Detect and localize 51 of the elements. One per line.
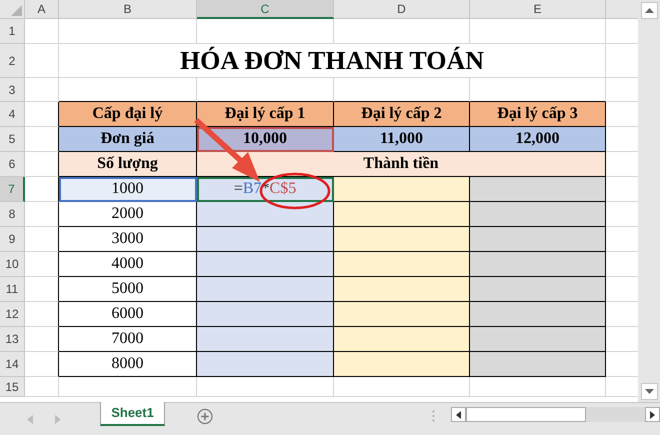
row-header[interactable]: 6: [0, 152, 25, 177]
table-header-cell: Đại lý cấp 1: [197, 102, 334, 127]
drag-handle-icon[interactable]: [432, 410, 435, 422]
column-header[interactable]: A: [25, 0, 59, 19]
table-header-cell: Đại lý cấp 2: [334, 102, 470, 127]
row-header[interactable]: 9: [0, 227, 25, 252]
column-header[interactable]: C: [197, 0, 334, 19]
table-cell: 1000: [59, 177, 197, 202]
table-cell: 6000: [59, 302, 197, 327]
table-header-cell: Số lượng: [59, 152, 197, 177]
table-cell: 7000: [59, 327, 197, 352]
table-cell: 8000: [59, 352, 197, 377]
add-sheet-icon[interactable]: [196, 408, 213, 425]
table-header-cell: Thành tiền: [197, 152, 606, 177]
row-header[interactable]: 13: [0, 327, 25, 352]
select-all-corner[interactable]: [0, 0, 25, 19]
column-header[interactable]: E: [470, 0, 606, 19]
row-header[interactable]: 5: [0, 127, 25, 152]
table-cell: 11,000: [334, 127, 470, 152]
row-header[interactable]: 7: [0, 177, 25, 202]
table-header-cell: Đại lý cấp 3: [470, 102, 606, 127]
row-header[interactable]: 12: [0, 302, 25, 327]
scroll-right-icon[interactable]: [650, 410, 655, 418]
triangle-icon: [11, 5, 22, 16]
row-header[interactable]: 10: [0, 252, 25, 277]
scroll-up-icon[interactable]: [640, 2, 658, 19]
table-cell: 4000: [59, 252, 197, 277]
table-cell: 3000: [59, 227, 197, 252]
table-cell: 2000: [59, 202, 197, 227]
row-header[interactable]: 11: [0, 277, 25, 302]
row-header[interactable]: 14: [0, 352, 25, 377]
table-cell: 5000: [59, 277, 197, 302]
column-header[interactable]: D: [334, 0, 470, 19]
table-cell: 10,000: [197, 127, 334, 152]
row-header[interactable]: 4: [0, 102, 25, 127]
table-header-cell: Cấp đại lý: [59, 102, 197, 127]
table-cell: 12,000: [470, 127, 606, 152]
sheet-tab[interactable]: Sheet1: [100, 402, 165, 426]
scroll-left-icon[interactable]: [456, 410, 461, 418]
row-header[interactable]: 3: [0, 78, 25, 102]
row-header[interactable]: 15: [0, 377, 25, 397]
row-header[interactable]: 8: [0, 202, 25, 227]
table-cell: Đơn giá: [59, 127, 197, 152]
sheet-title: HÓA ĐƠN THANH TOÁN: [59, 44, 606, 78]
horizontal-scrollbar[interactable]: [450, 407, 660, 422]
vertical-scrollbar[interactable]: [638, 0, 660, 402]
column-header[interactable]: B: [59, 0, 197, 19]
scrollbar-thumb[interactable]: [466, 407, 586, 422]
row-header[interactable]: 1: [0, 19, 25, 44]
row-header[interactable]: 2: [0, 44, 25, 78]
scroll-down-icon[interactable]: [640, 383, 658, 400]
